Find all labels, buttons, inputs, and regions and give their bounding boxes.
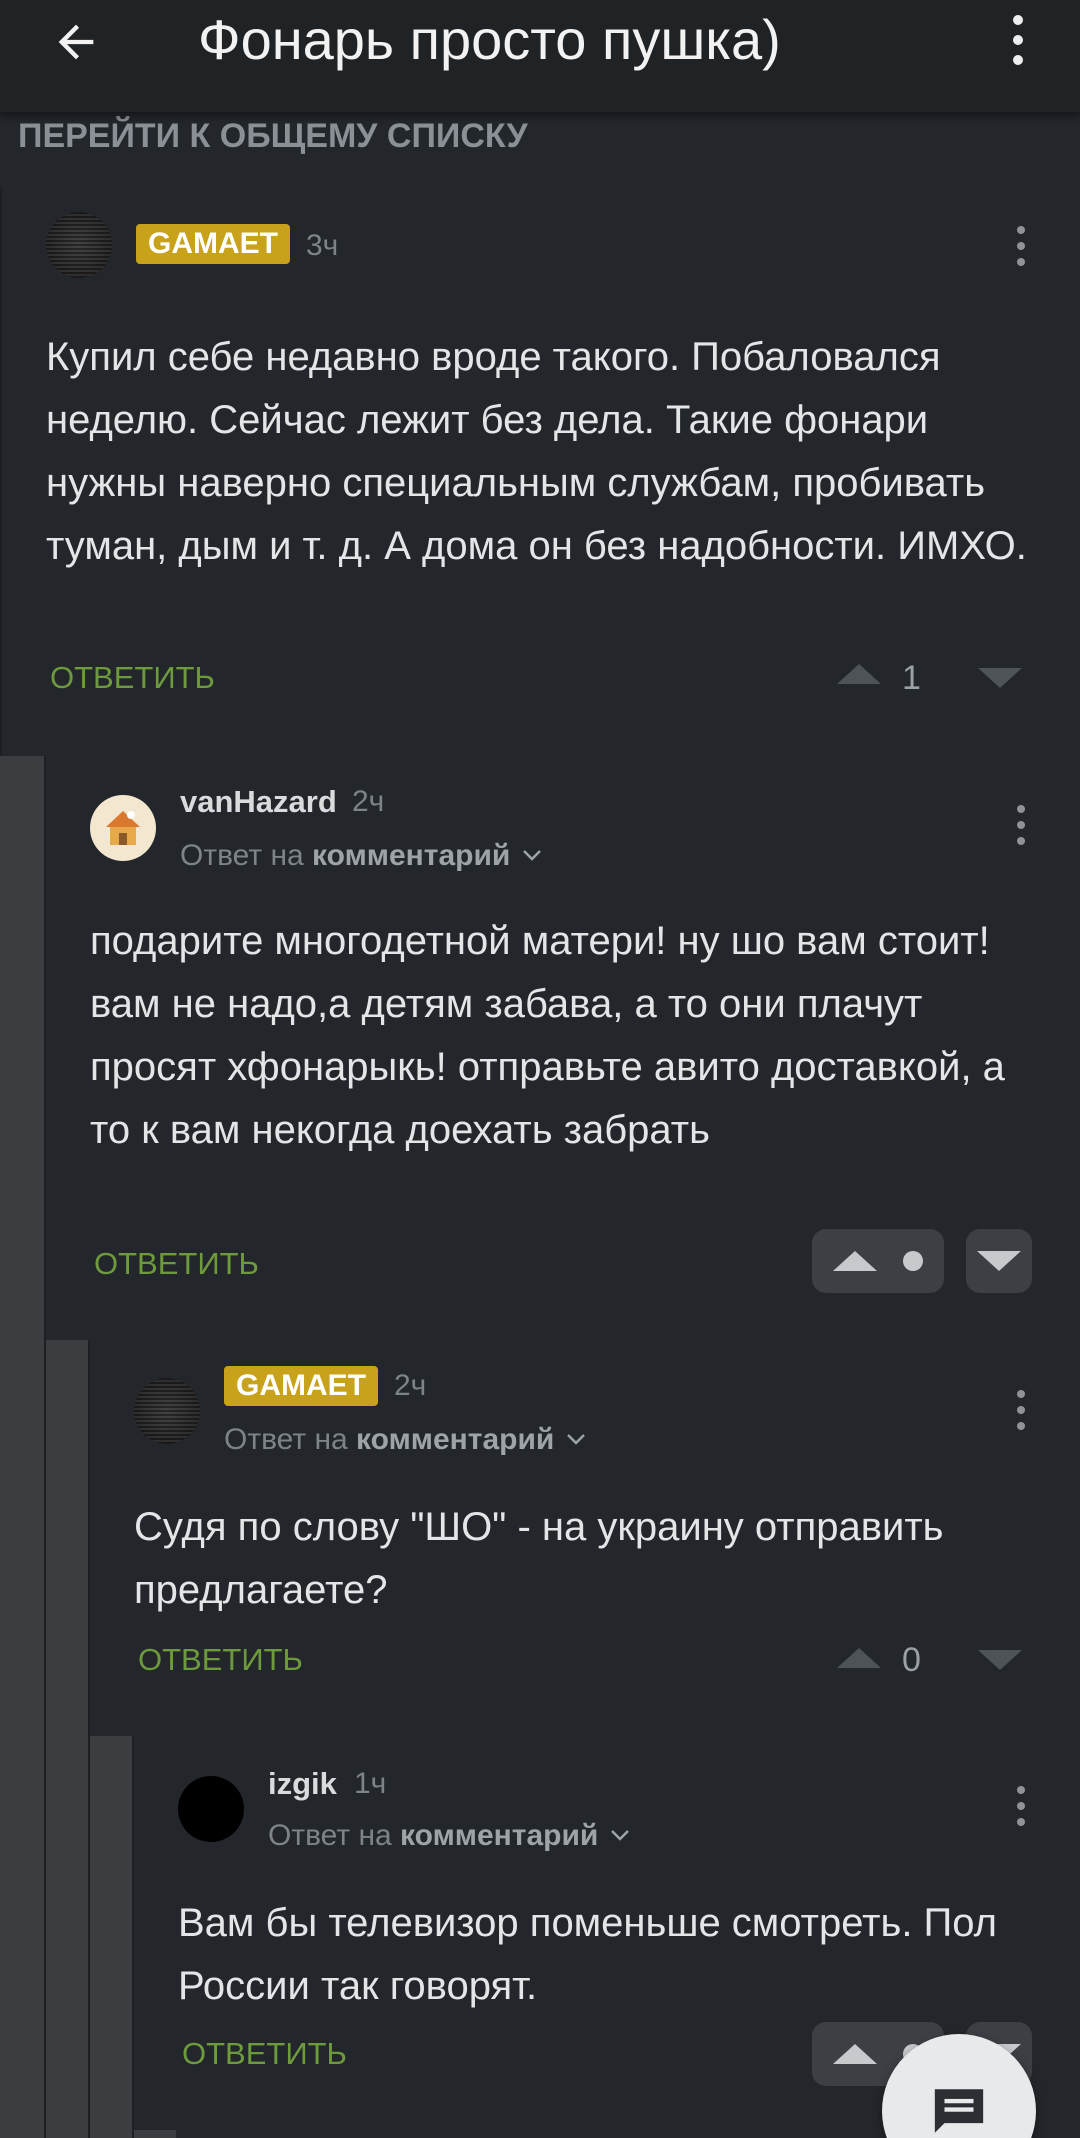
comment-time: 2ч bbox=[352, 785, 385, 818]
username-badge[interactable]: GAMAET bbox=[224, 1366, 378, 1406]
thread-line bbox=[46, 1340, 88, 2138]
comment-text: Судя по слову "ШО" - на украину отправит… bbox=[134, 1505, 944, 1612]
thread-line bbox=[0, 186, 2, 756]
more-options-button[interactable] bbox=[994, 8, 1042, 72]
page-title: Фонарь просто пушка) bbox=[198, 8, 781, 71]
chevron-down-icon bbox=[566, 1434, 585, 1445]
arrow-down-icon bbox=[977, 1251, 1021, 1271]
downvote-button[interactable] bbox=[978, 1650, 1022, 1670]
back-button[interactable] bbox=[44, 10, 108, 74]
upvote-button[interactable] bbox=[837, 664, 881, 684]
comment-menu-button[interactable] bbox=[1006, 1380, 1036, 1440]
arrow-down-icon bbox=[978, 668, 1022, 688]
username[interactable]: izgik bbox=[268, 1764, 337, 1804]
reply-to-link[interactable]: Ответ на комментарий bbox=[180, 836, 545, 876]
reply-to-link[interactable]: Ответ на комментарий bbox=[268, 1816, 633, 1856]
rating-hidden-dot bbox=[903, 1251, 923, 1271]
arrow-up-icon bbox=[837, 1648, 881, 1668]
comment-icon bbox=[934, 2089, 984, 2133]
chevron-down-icon bbox=[522, 850, 541, 861]
thread-line bbox=[132, 1736, 134, 2138]
avatar[interactable] bbox=[46, 212, 112, 278]
comment-rating: 1 bbox=[902, 659, 921, 697]
comment-menu-button[interactable] bbox=[1006, 795, 1036, 855]
reply-button[interactable]: ОТВЕТИТЬ bbox=[138, 1640, 303, 1680]
comment-text: подарите многодетной матери! ну шо вам с… bbox=[90, 919, 1005, 1152]
house-avatar-icon bbox=[106, 811, 140, 845]
go-to-list-link[interactable]: ПЕРЕЙТИ К ОБЩЕМУ СПИСКУ bbox=[18, 116, 528, 156]
comment-menu-button[interactable] bbox=[1006, 1776, 1036, 1836]
reply-button[interactable]: ОТВЕТИТЬ bbox=[50, 658, 215, 698]
reply-button[interactable]: ОТВЕТИТЬ bbox=[94, 1244, 259, 1284]
comment-time: 1ч bbox=[354, 1767, 387, 1800]
downvote-button[interactable] bbox=[966, 1229, 1032, 1293]
avatar[interactable] bbox=[178, 1776, 244, 1842]
top-app-bar: Фонарь просто пушка) bbox=[0, 0, 1080, 112]
arrow-up-icon bbox=[837, 664, 881, 684]
downvote-button[interactable] bbox=[978, 668, 1022, 688]
thread-line bbox=[0, 756, 44, 2138]
avatar[interactable] bbox=[134, 1378, 200, 1444]
avatar[interactable] bbox=[90, 795, 156, 861]
comment-text: Купил себе недавно вроде такого. Побалов… bbox=[46, 335, 1027, 568]
arrow-up-icon bbox=[833, 1251, 877, 1271]
comment-menu-button[interactable] bbox=[1006, 216, 1036, 276]
username-badge[interactable]: GAMAET bbox=[136, 224, 290, 264]
comment-time: 2ч bbox=[394, 1369, 427, 1402]
upvote-button[interactable] bbox=[837, 1648, 881, 1668]
arrow-up-icon bbox=[833, 2044, 877, 2064]
comment-time: 3ч bbox=[306, 229, 339, 262]
comment-text: Вам бы телевизор поменьше смотреть. Пол … bbox=[178, 1901, 998, 2008]
username[interactable]: vanHazard bbox=[180, 782, 337, 822]
upvote-button[interactable] bbox=[812, 1229, 944, 1293]
reply-to-link[interactable]: Ответ на комментарий bbox=[224, 1420, 589, 1460]
chevron-down-icon bbox=[610, 1830, 629, 1841]
arrow-down-icon bbox=[978, 1650, 1022, 1670]
reply-button[interactable]: ОТВЕТИТЬ bbox=[182, 2034, 347, 2074]
thread-line bbox=[90, 1736, 132, 2138]
comment-rating: 0 bbox=[902, 1641, 921, 1679]
thread-line bbox=[134, 2130, 176, 2138]
app-screen: Фонарь просто пушка) ПЕРЕЙТИ К ОБЩЕМУ СП… bbox=[0, 0, 1080, 2138]
arrow-left-icon bbox=[58, 24, 94, 60]
